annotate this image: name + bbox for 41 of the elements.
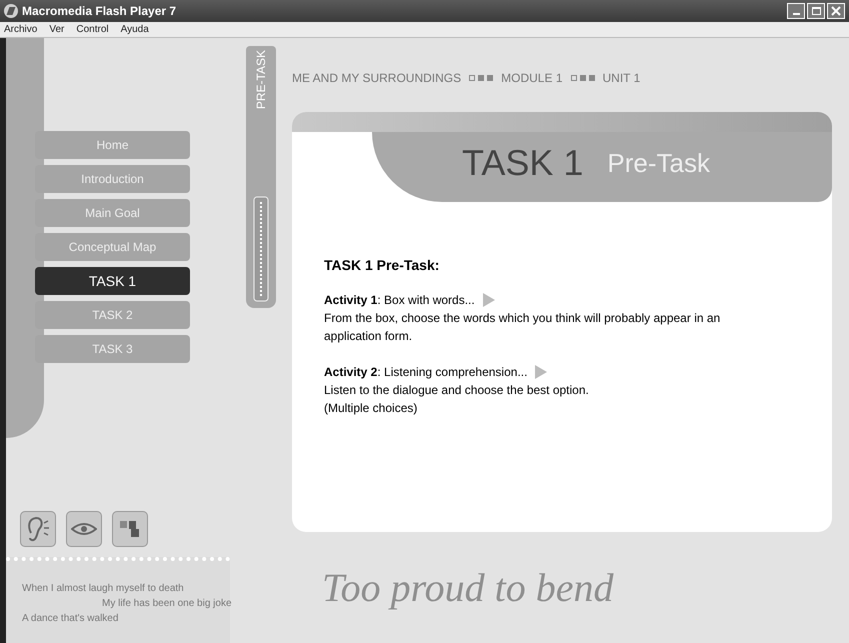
eye-button[interactable] bbox=[66, 511, 102, 547]
separator-icon bbox=[469, 75, 494, 81]
lyric-line: A dance that's walked bbox=[22, 612, 120, 626]
menu-item[interactable]: Ayuda bbox=[120, 22, 149, 37]
menu-item[interactable]: Archivo bbox=[4, 22, 38, 37]
menu-item[interactable]: Ver bbox=[49, 22, 64, 37]
side-tab-label: PRE-TASK bbox=[253, 50, 269, 110]
task-title: TASK 1 bbox=[462, 141, 584, 185]
activity-description: Listen to the dialogue and choose the best option. (Multiple choices) bbox=[324, 382, 590, 417]
activity-description: From the box, choose the words which you think will probably appear in an application form. bbox=[324, 310, 722, 345]
breadcrumb-item: UNIT 1 bbox=[602, 70, 640, 87]
scroll-slider-icon bbox=[253, 196, 269, 302]
nav-button[interactable]: Main Goal bbox=[35, 199, 190, 227]
window-title: Macromedia Flash Player 7 bbox=[22, 3, 176, 20]
activity-title: Activity 1: Box with words... bbox=[324, 292, 475, 309]
nav-button[interactable]: TASK 3 bbox=[35, 335, 190, 363]
nav-button[interactable]: Introduction bbox=[35, 165, 190, 193]
close-button[interactable] bbox=[827, 3, 845, 19]
menu-item[interactable]: Control bbox=[76, 22, 109, 37]
squares-button[interactable] bbox=[112, 511, 148, 547]
ear-icon bbox=[25, 515, 51, 543]
nav-button[interactable]: Conceptual Map bbox=[35, 233, 190, 261]
lyric-line: When I almost laugh myself to death bbox=[22, 582, 185, 596]
maximize-button[interactable] bbox=[807, 3, 825, 19]
breadcrumb-item: MODULE 1 bbox=[501, 70, 562, 87]
nav-button[interactable]: TASK 2 bbox=[35, 301, 190, 329]
separator-icon bbox=[570, 75, 594, 81]
task-subtitle: Pre-Task bbox=[607, 146, 710, 180]
ear-button[interactable] bbox=[20, 511, 56, 547]
side-tab[interactable]: PRE-TASK bbox=[246, 46, 276, 308]
minimize-button[interactable] bbox=[787, 3, 805, 19]
eye-icon bbox=[71, 522, 97, 536]
activity-title: Activity 2: Listening comprehension... bbox=[324, 364, 528, 381]
lyric-line: My life has been one big joke bbox=[102, 597, 232, 611]
nav-button[interactable]: TASK 1 bbox=[35, 267, 190, 295]
squares-icon bbox=[119, 520, 141, 538]
flash-logo-icon bbox=[4, 4, 18, 18]
footer-title: Too proud to bend bbox=[322, 564, 614, 612]
breadcrumb-item: ME AND MY SURROUNDINGS bbox=[292, 70, 462, 87]
content-heading: TASK 1 Pre-Task: bbox=[324, 256, 440, 275]
nav-button[interactable]: Home bbox=[35, 131, 190, 159]
